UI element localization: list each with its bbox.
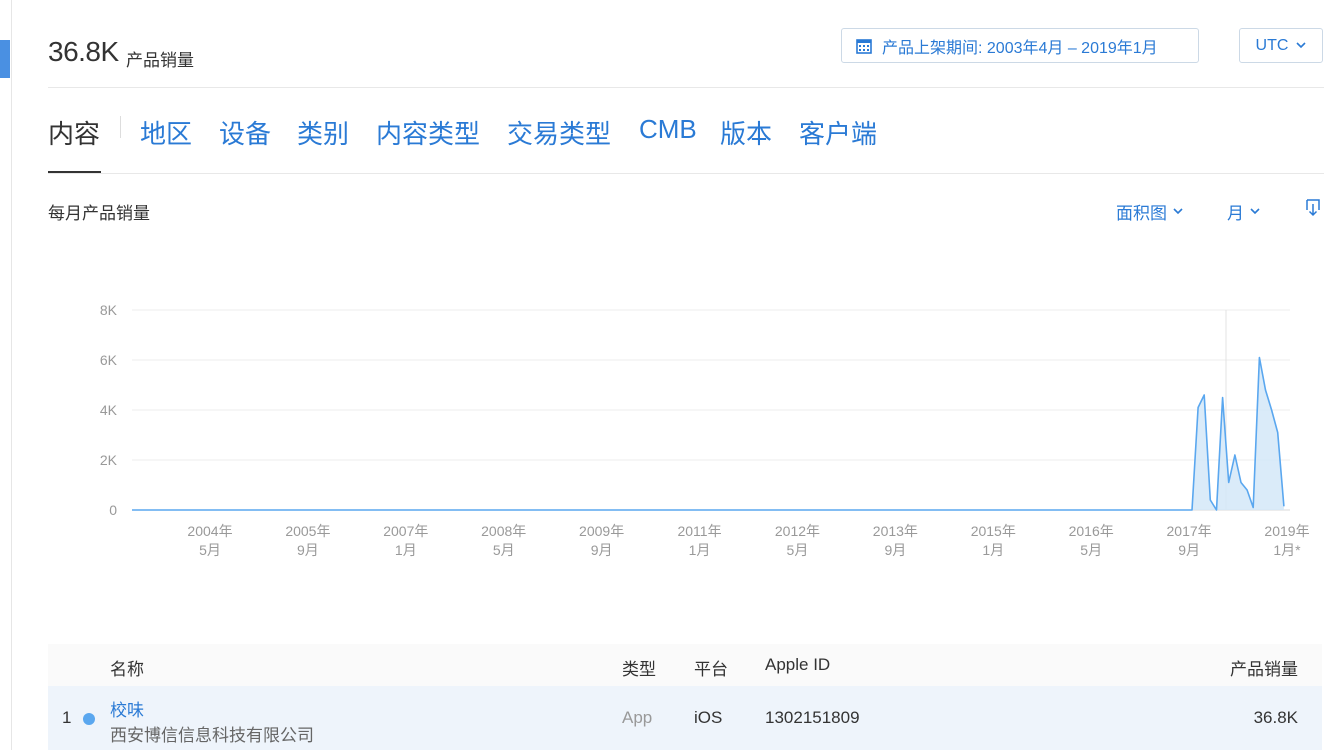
x-tick-label: 2005年	[285, 523, 330, 539]
period-select[interactable]: 月	[1227, 199, 1260, 224]
row-platform: iOS	[694, 708, 723, 727]
x-tick-label: 2019年	[1264, 523, 1309, 539]
column-header-platform[interactable]: 平台	[694, 655, 728, 680]
chevron-down-icon	[1296, 42, 1307, 49]
tab-category[interactable]: 类别	[297, 114, 349, 151]
x-tick-label: 9月	[1178, 542, 1200, 558]
x-tick-label: 2013年	[873, 523, 918, 539]
x-tick-label: 5月	[787, 542, 809, 558]
timezone-select[interactable]: UTC	[1239, 28, 1323, 63]
x-tick-label: 2004年	[187, 523, 232, 539]
x-tick-label: 2016年	[1069, 523, 1114, 539]
table-header: 名称 类型 平台 Apple ID 产品销量	[48, 644, 1322, 686]
results-table: 名称 类型 平台 Apple ID 产品销量 1 校味 西安博信信息科技有限公司…	[48, 644, 1322, 750]
dimension-tabs: 内容 地区 设备 类别 内容类型 交易类型 CMB 版本 客户端	[48, 108, 1324, 174]
tab-version[interactable]: 版本	[720, 114, 772, 151]
y-tick-label: 2K	[100, 452, 118, 468]
chart-type-select[interactable]: 面积图	[1116, 199, 1183, 224]
series-area	[132, 357, 1284, 510]
y-tick-label: 6K	[100, 352, 118, 368]
timezone-label: UTC	[1255, 36, 1289, 54]
x-tick-label: 5月	[199, 542, 221, 558]
tab-transaction-type[interactable]: 交易类型	[507, 114, 611, 151]
x-tick-label: 2015年	[971, 523, 1016, 539]
y-tick-label: 4K	[100, 402, 118, 418]
y-tick-label: 8K	[100, 302, 118, 318]
date-range-label: 产品上架期间: 2003年4月 – 2019年1月	[882, 39, 1158, 57]
x-tick-label: 1月	[689, 542, 711, 558]
total-sales-label: 产品销量	[126, 51, 194, 70]
header: 36.8K 产品销量 产品上架期间: 2003年4月 – 2019年1月 UTC	[48, 24, 1324, 88]
chevron-down-icon	[1173, 208, 1183, 215]
app-name-link[interactable]: 校味	[110, 696, 144, 721]
row-type: App	[622, 708, 653, 727]
table-row[interactable]: 1 校味 西安博信信息科技有限公司 App iOS 1302151809 36.…	[48, 686, 1322, 750]
series-line	[132, 356, 1285, 511]
left-rail-accent	[0, 40, 10, 78]
x-tick-label: 2007年	[383, 523, 428, 539]
x-tick-label: 2017年	[1167, 523, 1212, 539]
period-label: 月	[1227, 204, 1244, 223]
download-icon	[1306, 199, 1320, 217]
column-header-name[interactable]: 名称	[110, 655, 144, 680]
tab-region[interactable]: 地区	[140, 114, 192, 151]
total-sales-value: 36.8K	[48, 36, 119, 67]
x-tick-label: 2009年	[579, 523, 624, 539]
column-header-apple-id[interactable]: Apple ID	[765, 655, 830, 675]
column-header-sales[interactable]: 产品销量	[1230, 655, 1298, 680]
row-rank: 1	[62, 708, 72, 727]
tab-device[interactable]: 设备	[219, 114, 271, 151]
chevron-down-icon	[1250, 208, 1260, 215]
tab-client[interactable]: 客户端	[799, 114, 877, 151]
chart-type-label: 面积图	[1116, 204, 1167, 223]
row-apple-id: 1302151809	[765, 708, 860, 727]
developer-name: 西安博信信息科技有限公司	[110, 726, 314, 745]
tab-content-type[interactable]: 内容类型	[376, 114, 480, 151]
y-tick-label: 0	[109, 502, 117, 518]
tab-cmb[interactable]: CMB	[639, 114, 697, 145]
x-tick-label: 1月	[395, 542, 417, 558]
chart-title: 每月产品销量	[48, 204, 150, 223]
calendar-icon	[856, 38, 872, 54]
download-button[interactable]	[1306, 199, 1320, 217]
x-tick-label: 2012年	[775, 523, 820, 539]
monthly-sales-chart: 0 2K 4K 6K 8K 2004年 5月 2005年 9月 2007年 1月 2008年 5月 200…	[100, 302, 1310, 558]
active-tab-indicator	[48, 171, 101, 173]
column-header-type[interactable]: 类型	[622, 655, 656, 680]
x-tick-label: 1月	[982, 542, 1004, 558]
date-range-button[interactable]: 产品上架期间: 2003年4月 – 2019年1月	[841, 28, 1199, 63]
tab-content[interactable]: 内容	[48, 114, 100, 151]
x-tick-label: 9月	[297, 542, 319, 558]
x-tick-label: 2011年	[677, 523, 721, 539]
tab-separator	[120, 116, 121, 138]
series-color-dot	[83, 713, 95, 725]
x-tick-label: 2008年	[481, 523, 526, 539]
row-sales: 36.8K	[1253, 708, 1298, 727]
x-tick-label: 1月*	[1273, 542, 1301, 558]
x-tick-label: 5月	[493, 542, 515, 558]
x-tick-label: 9月	[884, 542, 906, 558]
x-tick-label: 9月	[591, 542, 613, 558]
x-tick-label: 5月	[1080, 542, 1102, 558]
